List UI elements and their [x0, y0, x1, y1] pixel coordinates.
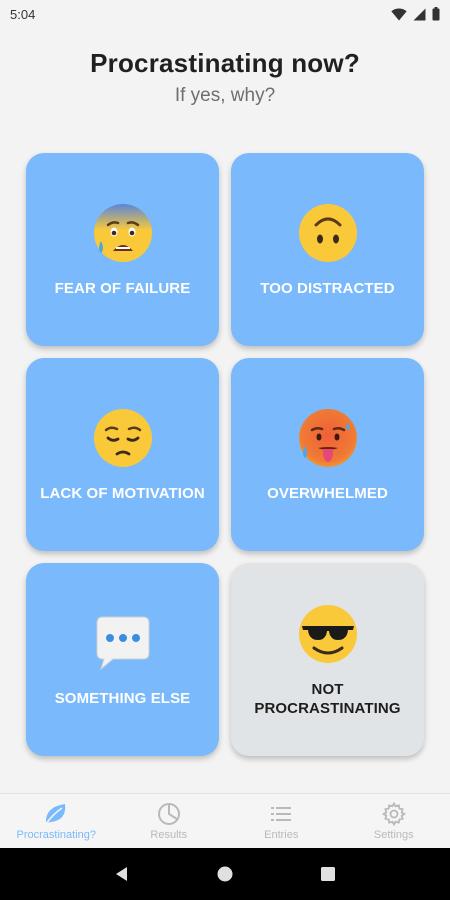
option-too-distracted[interactable]: TOO DISTRACTED — [231, 153, 424, 346]
nav-item-entries[interactable]: Entries — [225, 794, 338, 848]
sunglasses-face-icon — [298, 604, 357, 663]
option-label: FEAR OF FAILURE — [54, 280, 191, 297]
status-bar: 5:04 — [0, 0, 450, 28]
option-label: SOMETHING ELSE — [54, 690, 191, 707]
option-something-else[interactable]: SOMETHING ELSE — [26, 563, 219, 756]
nav-label: Procrastinating? — [16, 828, 97, 841]
hot-face-icon — [298, 409, 357, 467]
pensive-face-icon — [93, 409, 152, 467]
option-label: OVERWHELMED — [267, 485, 388, 502]
speech-bubble-icon — [96, 616, 149, 671]
page-title: Procrastinating now? — [90, 48, 360, 78]
option-fear-of-failure[interactable]: FEAR OF FAILURE — [26, 153, 219, 346]
leaf-icon — [45, 803, 66, 824]
nav-label: Results — [150, 828, 188, 841]
battery-icon — [432, 7, 440, 21]
gear-icon — [381, 801, 406, 826]
nav-label: Settings — [373, 828, 414, 841]
option-overwhelmed[interactable]: OVERWHELMED — [231, 358, 424, 551]
recents-icon[interactable] — [319, 865, 337, 883]
reason-grid: FEAR OF FAILURE TOO DISTRACTED LACK OF M… — [26, 153, 426, 756]
home-icon[interactable] — [216, 865, 234, 883]
pie-chart-icon — [157, 802, 180, 825]
option-lack-of-motivation[interactable]: LACK OF MOTIVATION — [26, 358, 219, 551]
nav-label: Entries — [264, 828, 299, 841]
wifi-icon — [391, 8, 407, 20]
option-not-procrastinating[interactable]: NOT PROCRASTINATING — [231, 563, 424, 756]
status-time: 5:04 — [10, 6, 36, 22]
status-icons — [391, 7, 440, 21]
bottom-nav: Procrastinating? Results Entries Setting… — [0, 793, 450, 848]
system-nav-bar — [0, 848, 450, 900]
signal-icon — [413, 8, 426, 20]
option-label: NOT PROCRASTINATING — [254, 680, 401, 717]
page-subtitle: If yes, why? — [174, 85, 276, 106]
list-icon — [271, 806, 292, 821]
upside-down-face-icon — [298, 204, 357, 262]
option-label: LACK OF MOTIVATION — [40, 485, 205, 502]
back-icon[interactable] — [113, 865, 131, 883]
nav-item-results[interactable]: Results — [113, 794, 226, 848]
anxious-sweat-face-icon — [93, 204, 152, 262]
nav-item-procrastinating[interactable]: Procrastinating? — [0, 794, 113, 848]
option-label: TOO DISTRACTED — [260, 280, 395, 297]
nav-item-settings[interactable]: Settings — [338, 794, 450, 848]
header: Procrastinating now? If yes, why? — [0, 48, 450, 107]
